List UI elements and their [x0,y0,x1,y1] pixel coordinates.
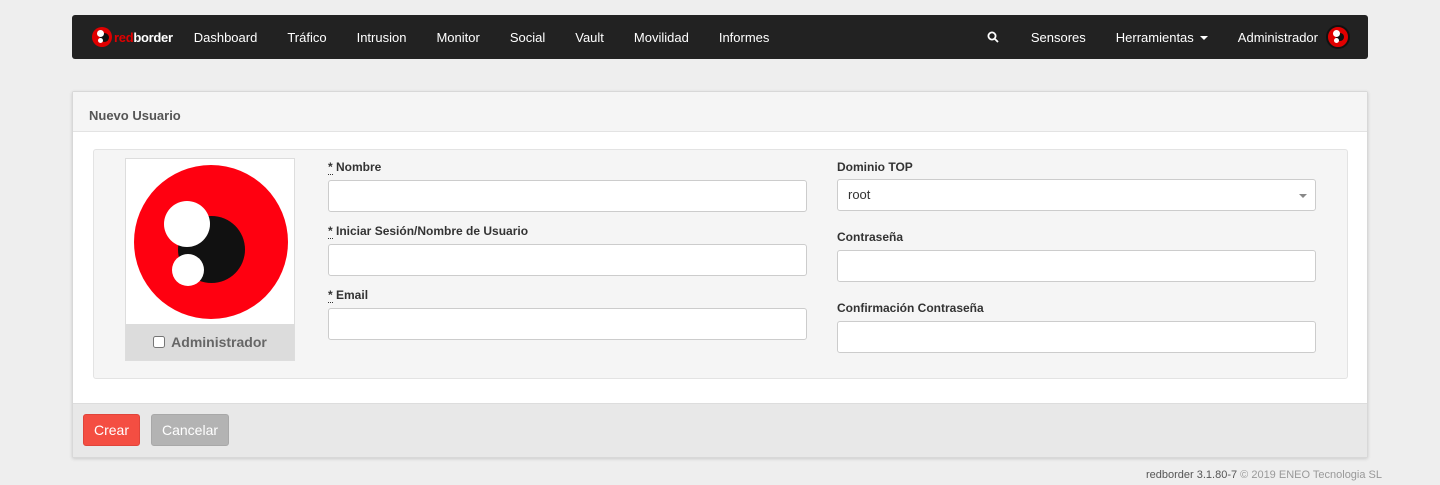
cancel-button[interactable]: Cancelar [151,414,229,446]
email-input[interactable] [328,308,807,340]
nav-herramientas-dropdown[interactable]: Herramientas [1101,30,1223,45]
top-navbar: redborder Dashboard Tráfico Intrusion Mo… [72,15,1368,59]
page-footer: redborder 3.1.80-7 © 2019 ENEO Tecnologi… [1146,469,1382,481]
dominio-select-value: root [848,187,871,202]
login-input[interactable] [328,244,807,276]
nav-dashboard[interactable]: Dashboard [179,30,273,45]
nav-informes[interactable]: Informes [704,30,785,45]
new-user-panel: Nuevo Usuario Administrador * Nombre * I… [72,91,1368,458]
caret-down-icon [1199,36,1208,41]
nav-sensores[interactable]: Sensores [1016,30,1101,45]
dominio-label: Dominio TOP [837,160,913,174]
brand-name: redborder [114,29,173,45]
copyright-text: © 2019 ENEO Tecnologia SL [1240,469,1382,481]
email-label: * Email [328,288,369,303]
dominio-select[interactable]: root [837,179,1316,211]
nav-intrusion[interactable]: Intrusion [342,30,422,45]
panel-footer: Crear Cancelar [73,403,1367,457]
nav-movilidad[interactable]: Movilidad [619,30,704,45]
admin-checkbox[interactable] [153,336,166,348]
nav-monitor[interactable]: Monitor [421,30,494,45]
nav-social[interactable]: Social [495,30,560,45]
redborder-logo-icon [92,27,112,47]
nombre-input[interactable] [328,180,807,212]
user-form: Administrador * Nombre * Iniciar Sesión/… [93,149,1348,379]
admin-checkbox-row: Administrador [126,324,294,360]
nav-herramientas-label: Herramientas [1115,29,1194,45]
nav-vault[interactable]: Vault [560,30,619,45]
avatar-card: Administrador [125,158,295,361]
admin-checkbox-label: Administrador [171,334,267,350]
nav-user-menu[interactable]: Administrador [1223,30,1318,45]
password-confirm-input[interactable] [837,321,1316,353]
user-avatar[interactable] [1326,25,1350,49]
version-text: redborder 3.1.80-7 [1145,469,1238,481]
password-input[interactable] [837,250,1316,282]
brand-logo-link[interactable]: redborder [92,27,173,47]
create-button[interactable]: Crear [83,414,140,446]
panel-title: Nuevo Usuario [73,92,1367,132]
search-icon[interactable] [976,31,1010,43]
select-arrow-icon [1299,194,1307,198]
password-confirm-label: Confirmación Contraseña [837,301,984,315]
login-label: * Iniciar Sesión/Nombre de Usuario [328,224,529,239]
user-avatar-image [134,165,288,319]
nombre-label: * Nombre [328,160,382,175]
password-label: Contraseña [837,230,904,244]
nav-trafico[interactable]: Tráfico [272,30,341,45]
